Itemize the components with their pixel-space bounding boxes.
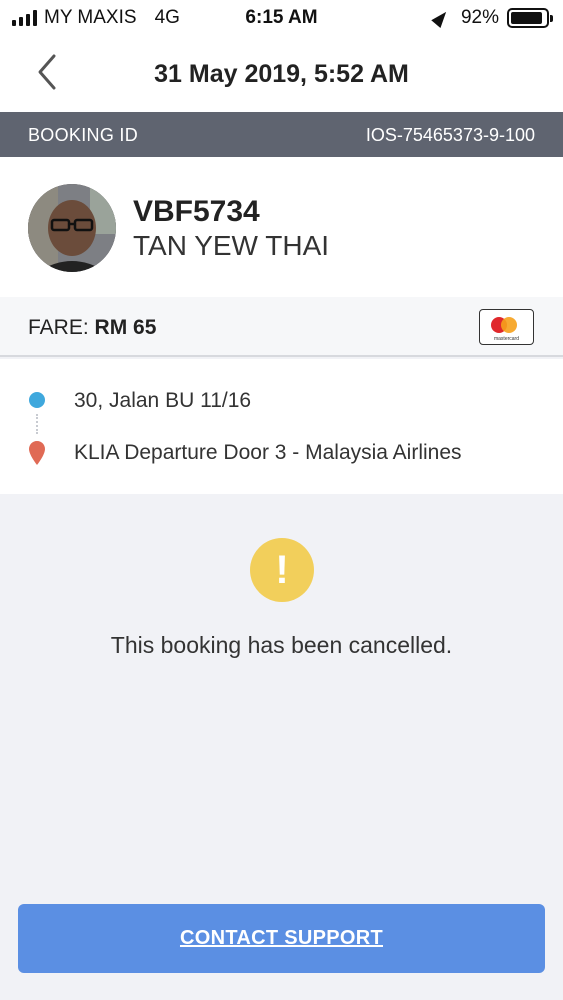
driver-avatar: [28, 184, 116, 272]
fare-row: FARE: RM 65 mastercard: [0, 297, 563, 357]
dropoff-address: KLIA Departure Door 3 - Malaysia Airline…: [74, 441, 462, 464]
mastercard-icon: mastercard: [479, 309, 534, 345]
fare-amount: RM 65: [94, 316, 157, 339]
driver-card: VBF5734 TAN YEW THAI: [0, 157, 563, 297]
vehicle-plate: VBF5734: [133, 195, 260, 228]
booking-id-label: BOOKING ID: [28, 125, 139, 145]
booking-id-value: IOS-75465373-9-100: [365, 125, 535, 145]
battery-percent: 92%: [460, 7, 499, 28]
battery-level: [511, 12, 543, 24]
fare-text: FARE: RM 65: [28, 316, 156, 340]
status-right: 92%: [431, 7, 553, 29]
pickup-dot-icon: [29, 392, 45, 408]
status-bar: MY MAXIS 4G 6:15 AM 92%: [0, 0, 563, 38]
dropoff-pin-icon: [29, 441, 45, 465]
status-message: This booking has been cancelled.: [110, 632, 453, 658]
nav-bar: 31 May 2019, 5:52 AM: [0, 38, 563, 112]
route-connector: [36, 414, 38, 434]
card-text: mastercard: [493, 336, 519, 342]
contact-support-button[interactable]: CONTACT SUPPORT: [18, 904, 545, 973]
pickup-address: 30, Jalan BU 11/16: [74, 389, 252, 412]
battery-icon: [507, 8, 553, 28]
fare-label: FARE:: [28, 316, 95, 339]
route-card: 30, Jalan BU 11/16 KLIA Departure Door 3…: [0, 359, 563, 494]
driver-name: TAN YEW THAI: [133, 230, 330, 261]
driver-photo-icon: [28, 184, 116, 272]
booking-id-bar: BOOKING ID IOS-75465373-9-100: [0, 112, 563, 157]
page-title: 31 May 2019, 5:52 AM: [154, 60, 409, 88]
booking-status: ! This booking has been cancelled.: [0, 494, 563, 894]
location-arrow-icon: [431, 8, 451, 28]
warning-icon: !: [250, 538, 314, 602]
